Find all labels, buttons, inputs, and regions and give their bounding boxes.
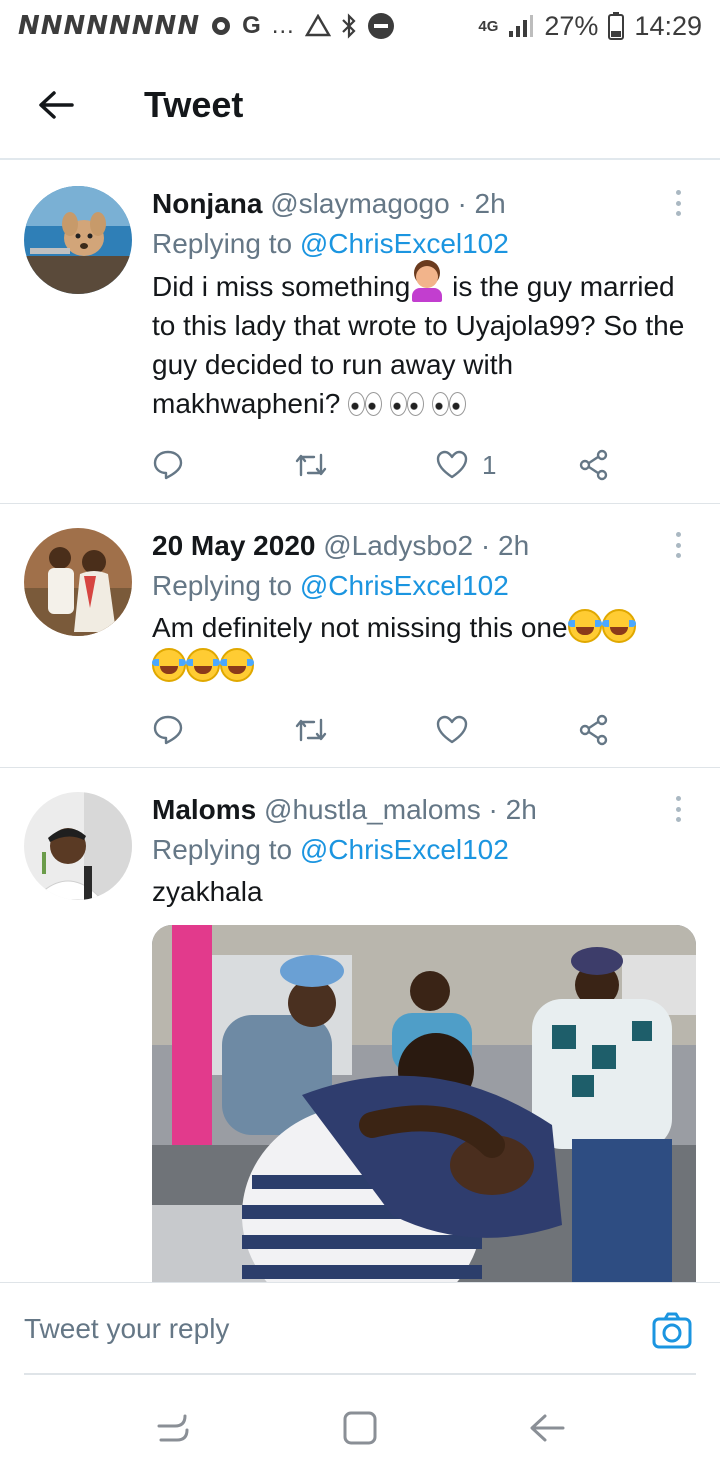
reply-feed[interactable]: Nonjana @slaymagogo · 2h Replying to @Ch… (0, 162, 720, 1282)
battery-percent: 27% (544, 10, 599, 41)
tweet-time: 2h (474, 188, 506, 219)
author-name[interactable]: 20 May 2020 (152, 530, 315, 561)
information-desk-person-emoji (410, 266, 444, 302)
retweet-icon (295, 718, 327, 742)
share-button[interactable] (578, 449, 610, 481)
status-mid-icons: G … (210, 12, 395, 40)
arrow-left-icon (39, 91, 74, 119)
author-name[interactable]: Nonjana (152, 188, 262, 219)
home-icon (343, 1411, 377, 1445)
joy-emoji (567, 609, 602, 643)
like-button[interactable] (436, 715, 578, 745)
do-not-disturb-icon (367, 12, 395, 40)
replying-to: Replying to @ChrisExcel102 (152, 224, 690, 264)
author-handle[interactable]: @Ladysbo2 (323, 530, 473, 561)
more-options-button[interactable] (668, 794, 688, 824)
retweet-icon (295, 453, 327, 477)
replying-prefix: Replying to (152, 228, 293, 259)
like-button[interactable]: 1 (436, 450, 578, 481)
avatar[interactable] (24, 792, 132, 900)
bluetooth-icon (341, 13, 357, 39)
recents-button[interactable] (143, 1398, 203, 1458)
heart-icon (436, 450, 468, 479)
tweet-actions: 1 (152, 445, 690, 485)
system-nav-bar (0, 1376, 720, 1480)
page-title: Tweet (144, 84, 244, 125)
replying-to: Replying to @ChrisExcel102 (152, 830, 696, 870)
notification-glyphs: NNNNNNNN (18, 11, 201, 41)
joy-emoji (152, 648, 186, 682)
back-icon (530, 1414, 565, 1442)
tweet-text-part-1: Did i miss something (152, 271, 411, 302)
joy-emoji (186, 648, 220, 682)
author-handle[interactable]: @hustla_maloms (264, 794, 481, 825)
reply-input[interactable] (24, 1283, 624, 1375)
retweet-button[interactable] (294, 716, 436, 744)
tweet-card[interactable]: Maloms @hustla_maloms · 2h Replying to @… (0, 768, 720, 1282)
back-nav-button[interactable] (517, 1398, 577, 1458)
reply-composer (0, 1282, 720, 1376)
tweet-card[interactable]: 20 May 2020 @Ladysbo2 · 2h Replying to @… (0, 504, 720, 768)
tweet-photo[interactable] (152, 925, 696, 1282)
share-icon (579, 449, 608, 481)
camera-icon (652, 1312, 692, 1349)
recents-icon (157, 1414, 189, 1442)
retweet-button[interactable] (294, 451, 436, 479)
eyes-emoji (389, 392, 424, 416)
mention-link[interactable]: @ChrisExcel102 (300, 834, 509, 865)
reply-button[interactable] (152, 714, 294, 746)
tweet-header: 20 May 2020 @Ladysbo2 · 2h (152, 530, 530, 561)
tweet-card[interactable]: Nonjana @slaymagogo · 2h Replying to @Ch… (0, 162, 720, 504)
back-button[interactable] (26, 75, 86, 135)
signal-icon (508, 14, 534, 38)
avatar[interactable] (24, 186, 132, 294)
tweet-text-part-1: Am definitely not missing this one (152, 612, 568, 643)
comment-icon (153, 450, 183, 480)
tweet-text: Did i miss something is the guy married … (152, 266, 690, 423)
replying-prefix: Replying to (152, 834, 293, 865)
heart-icon (436, 715, 468, 744)
more-options-button[interactable] (668, 530, 688, 560)
battery-icon (608, 12, 625, 40)
more-notifications: … (270, 12, 295, 39)
mention-link[interactable]: @ChrisExcel102 (300, 228, 509, 259)
joy-emoji (601, 609, 636, 643)
avatar[interactable] (24, 528, 132, 636)
tweet-time: 2h (498, 530, 530, 561)
share-icon (579, 714, 608, 746)
location-icon (210, 15, 232, 37)
comment-icon (153, 715, 183, 745)
network-type: 4G (478, 17, 499, 35)
eyes-emoji (431, 392, 466, 416)
tweet-header: Nonjana @slaymagogo · 2h (152, 188, 506, 219)
status-right-icons: 4G 27% 14:29 (478, 11, 702, 42)
tweet-header: Maloms @hustla_maloms · 2h (152, 794, 537, 825)
eyes-emoji (348, 392, 383, 416)
notification-icons: NNNNNNNN (18, 11, 200, 41)
share-button[interactable] (578, 714, 610, 746)
g-label: G (242, 12, 261, 39)
author-handle[interactable]: @slaymagogo (270, 188, 449, 219)
mention-link[interactable]: @ChrisExcel102 (300, 570, 509, 601)
top-app-bar: Tweet (0, 52, 720, 160)
recycle-icon (304, 14, 331, 38)
tweet-time: 2h (505, 794, 537, 825)
tweet-text: Am definitely not missing this one (152, 608, 690, 686)
status-bar: NNNNNNNN G … 4G 27% 14:29 (0, 0, 720, 52)
tweet-text: zyakhala (152, 876, 263, 907)
camera-button[interactable] (652, 1311, 692, 1351)
replying-prefix: Replying to (152, 570, 293, 601)
replying-to: Replying to @ChrisExcel102 (152, 566, 690, 606)
more-options-button[interactable] (668, 188, 688, 218)
like-count: 1 (482, 449, 497, 480)
clock: 14:29 (634, 10, 702, 41)
reply-underline (24, 1373, 696, 1375)
home-button[interactable] (330, 1398, 390, 1458)
tweet-actions (152, 710, 690, 750)
author-name[interactable]: Maloms (152, 794, 256, 825)
reply-button[interactable] (152, 449, 294, 481)
joy-emoji (220, 648, 254, 682)
